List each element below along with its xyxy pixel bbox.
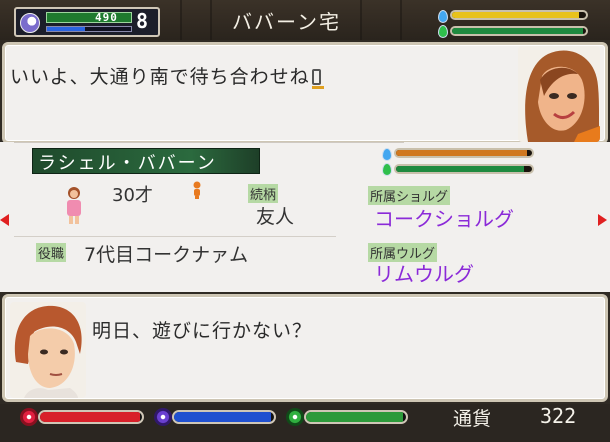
profile-gauge-top-fill — [396, 150, 527, 156]
game-screen: 490 8 ババーン宅 いいよ、大通り南で待ち合わせね ラシェル・ババーン 30… — [0, 0, 610, 442]
dialogue-message-bottom: 明日、遊びに行かない？ — [92, 320, 313, 342]
profile-gauge-top — [394, 148, 534, 158]
job-value: 7代目コークナァム — [84, 244, 249, 266]
text-cursor-icon — [311, 69, 324, 89]
character-age: 30才 — [112, 185, 153, 206]
profile-divider — [14, 142, 404, 143]
green-spiral-icon — [286, 408, 304, 426]
green-stat-bar-fill — [306, 412, 403, 422]
wall-decoration — [400, 0, 434, 40]
hp-bar: 490 — [46, 11, 132, 24]
character-sprite-icon — [67, 187, 81, 224]
leaf-icon — [382, 163, 392, 176]
profile-gauge-bottom — [394, 164, 534, 174]
dialogue-panel-bottom[interactable] — [2, 294, 608, 402]
dialogue-message-top: いいよ、大通り南で待ち合わせね — [10, 62, 324, 89]
relation-value: 友人 — [256, 206, 295, 228]
profile-gauge-bottom-fill — [396, 166, 524, 172]
red-stat-bar — [38, 410, 144, 424]
header-gauges — [436, 8, 588, 40]
header-gauge-bottom — [450, 26, 588, 36]
header-gauge-top — [450, 10, 588, 20]
mp-bar-fill — [47, 27, 85, 31]
level-value: 8 — [136, 9, 149, 33]
prev-character-arrow-icon[interactable] — [0, 214, 9, 226]
location-title: ババーン宅 — [232, 10, 341, 34]
player-status-box: 490 8 — [14, 7, 160, 37]
female-icon — [193, 181, 201, 199]
relation-label: 続柄 — [248, 184, 279, 203]
purple-spiral-icon — [154, 408, 172, 426]
header-gauge-top-fill — [452, 12, 580, 18]
water-drop-icon — [382, 148, 392, 161]
dialogue-message-top-text: いいよ、大通り南で待ち合わせね — [10, 66, 310, 88]
green-stat-bar — [304, 410, 408, 424]
next-character-arrow-icon[interactable] — [598, 214, 607, 226]
character-name: ラシェル・ババーン — [38, 153, 217, 174]
red-spiral-icon — [20, 408, 38, 426]
profile-divider — [14, 236, 336, 237]
money-value: 322 — [540, 404, 577, 428]
water-drop-icon — [438, 10, 448, 23]
red-stat-bar-fill — [40, 412, 140, 422]
blue-stat-bar — [172, 410, 276, 424]
wall-decoration — [360, 0, 394, 40]
header-gauge-bottom-fill — [452, 28, 584, 34]
moon-icon — [20, 13, 40, 33]
leaf-icon — [438, 25, 448, 38]
npc-portrait — [518, 46, 600, 142]
mp-bar — [46, 26, 132, 32]
affiliation2-value: リムウルグ — [374, 262, 474, 286]
money-label: 通貨 — [453, 408, 492, 430]
job-label: 役職 — [36, 243, 67, 262]
blue-stat-bar-fill — [174, 412, 271, 422]
affiliation1-value: コークショルグ — [374, 207, 514, 231]
wall-decoration — [180, 0, 214, 40]
player-portrait — [10, 302, 86, 398]
hp-value: 490 — [95, 11, 118, 24]
